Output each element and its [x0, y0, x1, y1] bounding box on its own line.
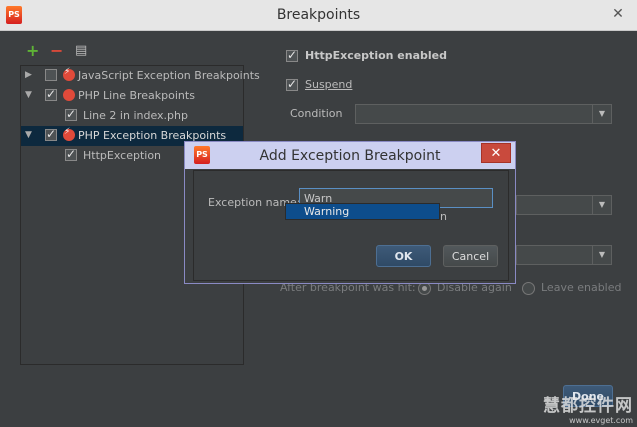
dialog-close-button[interactable]: ✕: [481, 143, 511, 163]
tree-item-label: PHP Line Breakpoints: [78, 89, 195, 102]
collapse-arrow-icon[interactable]: ▼: [25, 130, 32, 140]
checkbox-line-2[interactable]: [65, 107, 77, 121]
watermark-main: 慧都控件网: [543, 396, 633, 416]
cancel-button[interactable]: Cancel: [443, 245, 498, 267]
expand-arrow-icon[interactable]: ▶: [25, 70, 32, 80]
add-breakpoint-button[interactable]: +: [26, 43, 39, 59]
window-close-button[interactable]: ✕: [607, 5, 629, 23]
tree-item-label: JavaScript Exception Breakpoints: [78, 69, 260, 82]
tree-item-js-exceptions[interactable]: ▶ JavaScript Exception Breakpoints: [21, 66, 260, 86]
leave-enabled-radio[interactable]: [522, 282, 535, 295]
hidden-field-1[interactable]: ▼: [516, 195, 612, 215]
checkbox-js-exceptions[interactable]: [45, 69, 57, 81]
exception-breakpoint-icon: [63, 67, 75, 81]
enabled-checkbox[interactable]: [286, 48, 298, 62]
watermark-sub: www.evget.com: [569, 416, 633, 425]
dialog-title: Add Exception Breakpoint: [259, 148, 441, 164]
autocomplete-item-warning[interactable]: Warning: [286, 204, 439, 219]
enabled-label: HttpException enabled: [305, 49, 448, 62]
checkbox-php-exceptions[interactable]: [45, 127, 57, 141]
window-title-bar: PS Breakpoints ✕: [0, 0, 637, 31]
collapse-arrow-icon[interactable]: ▼: [25, 90, 32, 100]
checkbox-php-line[interactable]: [45, 87, 57, 101]
chevron-down-icon[interactable]: ▼: [592, 105, 611, 123]
tree-item-line-2[interactable]: Line 2 in index.php: [21, 106, 243, 126]
suspend-label: Suspend: [305, 78, 353, 91]
chevron-down-icon[interactable]: ▼: [592, 196, 611, 214]
tree-item-label: Line 2 in index.php: [83, 109, 188, 122]
tree-item-label: HttpException: [83, 149, 162, 162]
edit-source-icon[interactable]: ▤: [75, 43, 87, 59]
leave-enabled-label: Leave enabled: [541, 281, 622, 294]
line-breakpoint-icon: [63, 89, 75, 101]
dialog-body: Exception name: Warn n OK Cancel: [193, 170, 509, 281]
exception-breakpoint-icon: [63, 127, 75, 141]
hidden-label-suffix: n: [440, 210, 447, 223]
tree-item-php-line[interactable]: ▼ PHP Line Breakpoints: [21, 86, 243, 106]
autocomplete-popup[interactable]: Warning: [285, 203, 440, 220]
remove-breakpoint-button[interactable]: −: [50, 43, 63, 59]
suspend-checkbox[interactable]: [286, 77, 298, 91]
dialog-title-bar: PS Add Exception Breakpoint ✕: [185, 142, 515, 169]
window-title: Breakpoints: [276, 7, 361, 23]
condition-label: Condition: [290, 107, 343, 120]
hidden-field-2[interactable]: ▼: [516, 245, 612, 265]
watermark: 慧都控件网 www.evget.com: [543, 391, 633, 425]
checkbox-httpexception[interactable]: [65, 147, 77, 161]
ok-button[interactable]: OK: [376, 245, 431, 267]
condition-field[interactable]: ▼: [355, 104, 612, 124]
chevron-down-icon[interactable]: ▼: [592, 246, 611, 264]
